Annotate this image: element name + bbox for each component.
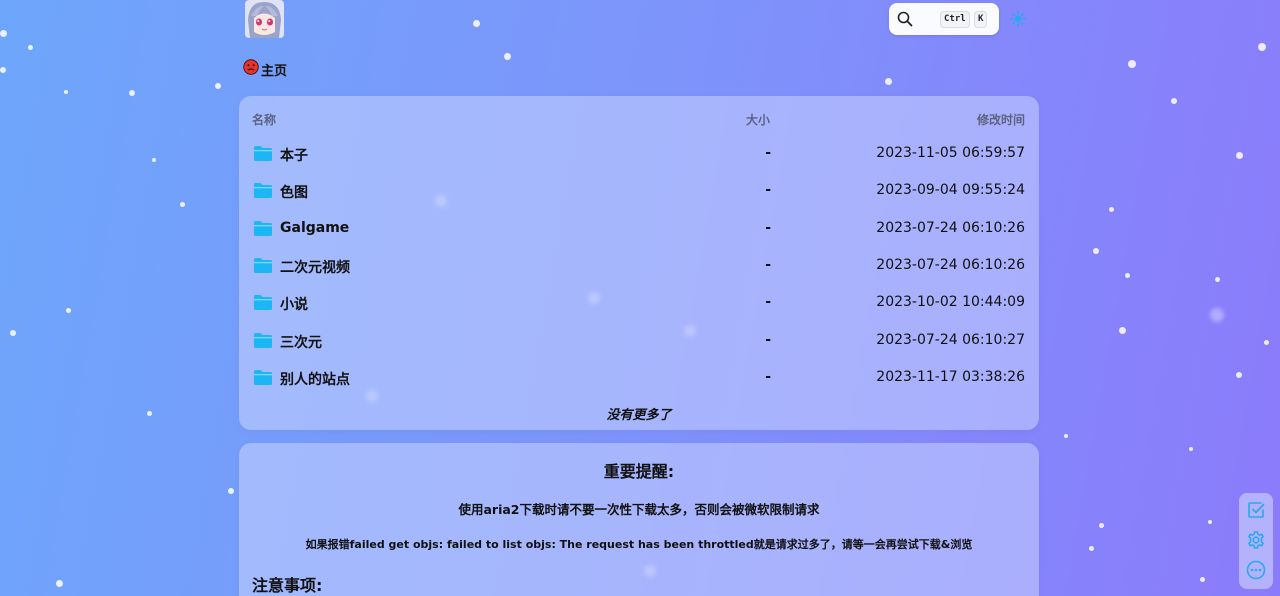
file-name[interactable]: 二次元视频 xyxy=(280,257,350,277)
file-name[interactable]: 本子 xyxy=(280,145,308,165)
folder-icon xyxy=(253,294,273,315)
file-name[interactable]: 色图 xyxy=(280,182,308,202)
file-modified: 2023-07-24 06:10:27 xyxy=(876,332,1025,348)
file-size: - xyxy=(765,294,771,310)
file-row[interactable]: 二次元视频 - 2023-07-24 06:10:26 xyxy=(239,248,1039,284)
breadcrumb-home-link[interactable]: 主页 xyxy=(261,60,287,79)
folder-icon xyxy=(253,257,273,278)
file-size: - xyxy=(765,332,771,348)
gear-icon[interactable] xyxy=(1246,530,1266,550)
search-icon xyxy=(897,11,913,31)
file-row[interactable]: 三次元 - 2023-07-24 06:10:27 xyxy=(239,323,1039,359)
file-modified: 2023-11-05 06:59:57 xyxy=(876,145,1025,161)
theme-toggle-icon[interactable] xyxy=(1010,11,1026,31)
file-row[interactable]: 本子 - 2023-11-05 06:59:57 xyxy=(239,136,1039,172)
file-row[interactable]: 色图 - 2023-09-04 09:55:24 xyxy=(239,173,1039,209)
column-header-name[interactable]: 名称 xyxy=(252,111,276,128)
folder-icon xyxy=(253,182,273,203)
file-row[interactable]: 别人的站点 - 2023-11-17 03:38:26 xyxy=(239,360,1039,396)
avatar[interactable] xyxy=(245,0,284,38)
file-size: - xyxy=(765,145,771,161)
file-row[interactable]: Galgame - 2023-07-24 06:10:26 xyxy=(239,211,1039,247)
file-modified: 2023-10-02 10:44:09 xyxy=(876,294,1025,310)
file-size: - xyxy=(765,257,771,273)
shortcut-ctrl-key: Ctrl xyxy=(940,11,970,28)
file-name[interactable]: 三次元 xyxy=(280,332,322,352)
notice-title: 重要提醒: xyxy=(603,462,675,481)
folder-icon xyxy=(253,369,273,390)
notice-aria2-warning: 使用aria2下载时请不要一次性下载太多，否则会被微软限制请求 xyxy=(458,502,820,517)
notice-throttle-info: 如果报错failed get objs: failed to list objs… xyxy=(305,538,973,551)
file-row[interactable]: 小说 - 2023-10-02 10:44:09 xyxy=(239,285,1039,321)
file-modified: 2023-07-24 06:10:26 xyxy=(876,257,1025,273)
breadcrumb[interactable]: 主页 xyxy=(243,59,287,79)
column-header-modified[interactable]: 修改时间 xyxy=(977,111,1025,128)
side-toolbar xyxy=(1239,493,1273,589)
notes-heading: 注意事项: xyxy=(252,576,323,595)
file-modified: 2023-11-17 03:38:26 xyxy=(876,369,1025,385)
file-size: - xyxy=(765,369,771,385)
more-icon[interactable] xyxy=(1246,560,1266,580)
file-size: - xyxy=(765,220,771,236)
home-icon xyxy=(243,59,259,79)
file-modified: 2023-09-04 09:55:24 xyxy=(876,182,1025,198)
shortcut-k-key: K xyxy=(974,11,988,28)
file-name[interactable]: 小说 xyxy=(280,294,308,314)
folder-icon xyxy=(253,145,273,166)
folder-icon xyxy=(253,332,273,353)
file-size: - xyxy=(765,182,771,198)
column-header-size[interactable]: 大小 xyxy=(746,111,770,128)
checkbox-select-icon[interactable] xyxy=(1246,500,1266,520)
folder-icon xyxy=(253,220,273,241)
list-end-text: 没有更多了 xyxy=(606,408,672,423)
file-name[interactable]: 别人的站点 xyxy=(280,369,350,389)
file-name[interactable]: Galgame xyxy=(280,220,349,236)
file-modified: 2023-07-24 06:10:26 xyxy=(876,220,1025,236)
search-box[interactable]: Ctrl K xyxy=(889,3,999,35)
